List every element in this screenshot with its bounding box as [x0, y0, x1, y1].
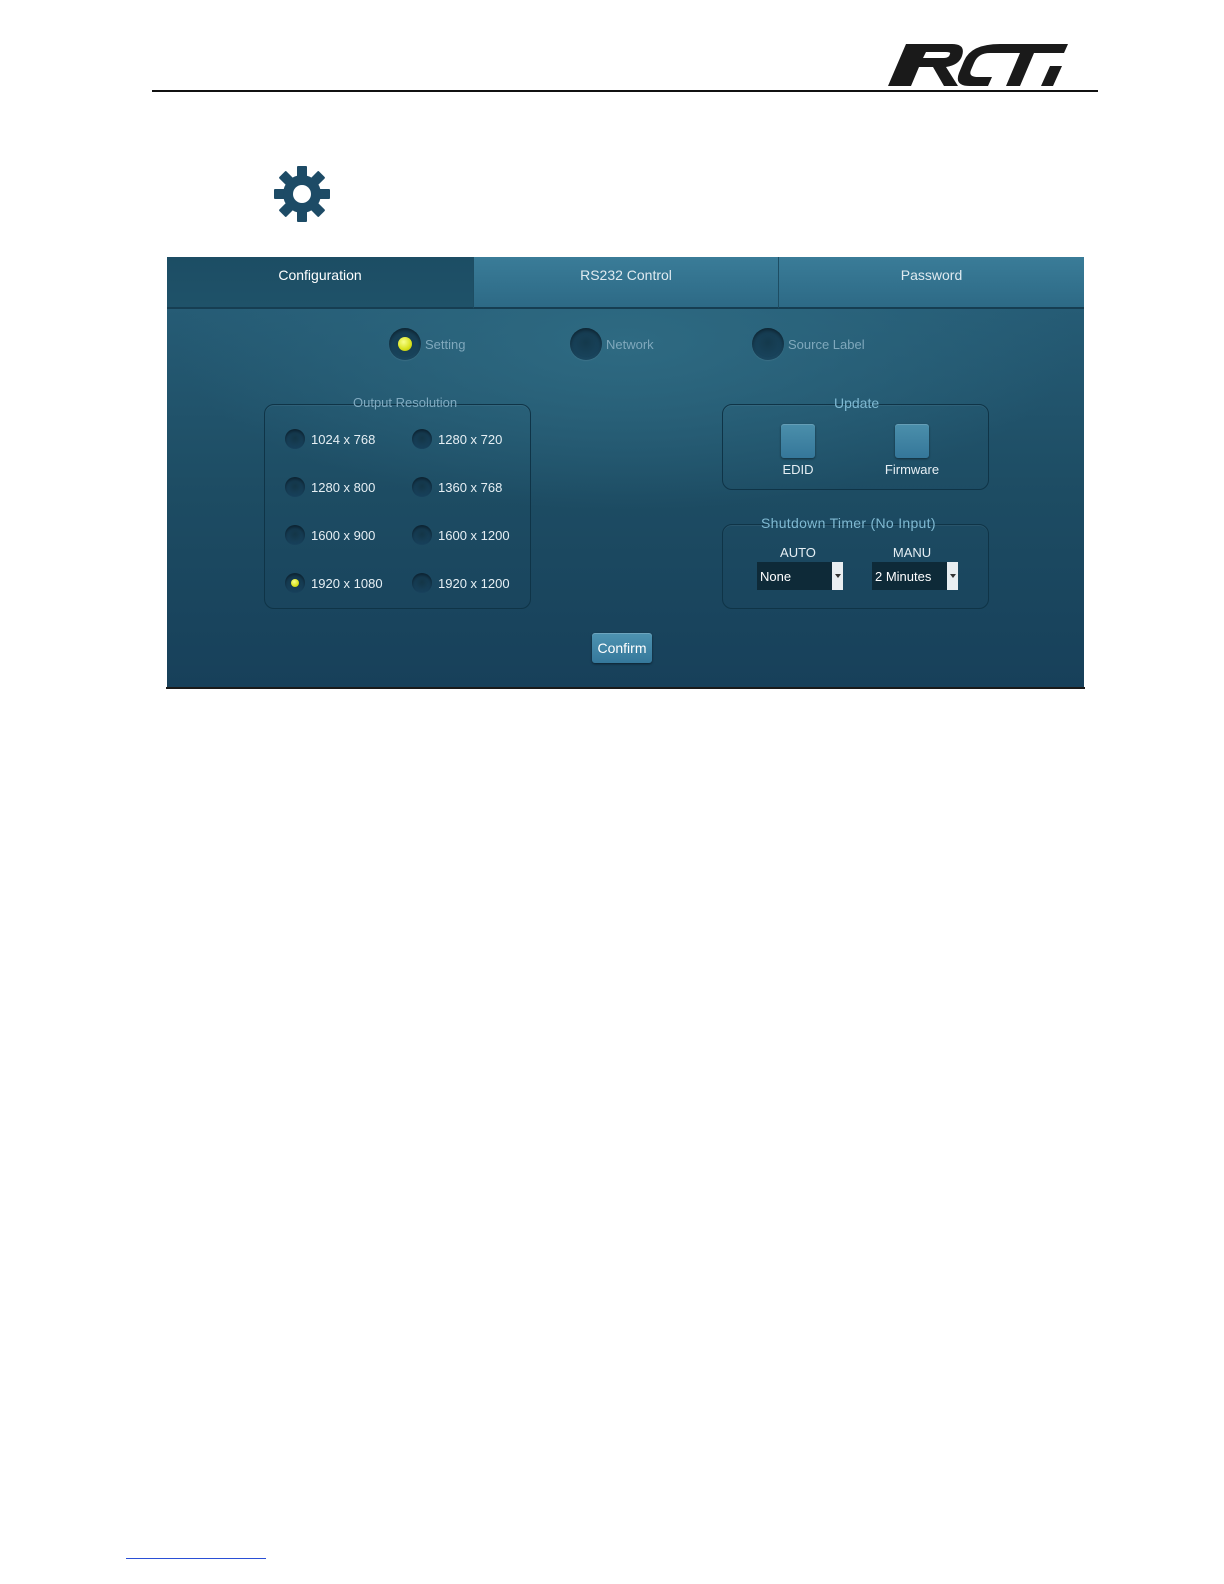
- auto-shutdown-value: None: [760, 568, 792, 584]
- resolution-option-1280x800[interactable]: 1280 x 800: [285, 477, 375, 497]
- edid-update-button[interactable]: [781, 424, 815, 458]
- manu-label: MANU: [892, 545, 932, 560]
- resolution-label: 1600 x 1200: [438, 527, 510, 543]
- resolution-label: 1600 x 900: [311, 527, 376, 543]
- radio-indicator-selected: [285, 573, 305, 593]
- resolution-label: 1360 x 768: [438, 479, 503, 495]
- tab-configuration[interactable]: Configuration: [167, 257, 473, 309]
- update-group: Update EDID Firmware: [722, 395, 989, 490]
- resolution-label: 1920 x 1080: [311, 575, 383, 591]
- resolution-option-1920x1080[interactable]: 1920 x 1080: [285, 573, 383, 593]
- edid-label: EDID: [782, 462, 814, 477]
- resolution-label: 1920 x 1200: [438, 575, 510, 591]
- radio-indicator: [412, 525, 432, 545]
- firmware-label: Firmware: [884, 462, 940, 477]
- chevron-down-icon: [832, 562, 843, 590]
- manu-shutdown-value: 2 Minutes: [875, 568, 932, 584]
- panel-border: [166, 687, 1085, 689]
- output-resolution-group: Output Resolution 1024 x 768 1280 x 720 …: [264, 395, 531, 609]
- resolution-option-1600x900[interactable]: 1600 x 900: [285, 525, 375, 545]
- chevron-down-icon: [947, 562, 958, 590]
- rti-logo: [888, 44, 1068, 86]
- setting-indicator: [389, 328, 421, 360]
- subtab-source-label-label: Source Label: [788, 336, 865, 352]
- auto-label: AUTO: [780, 545, 816, 560]
- subtab-setting-label: Setting: [425, 336, 466, 352]
- radio-indicator: [285, 477, 305, 497]
- tab-password[interactable]: Password: [778, 257, 1084, 309]
- radio-indicator: [412, 477, 432, 497]
- confirm-button[interactable]: Confirm: [592, 633, 652, 663]
- firmware-update-button[interactable]: [895, 424, 929, 458]
- radio-indicator: [412, 573, 432, 593]
- update-title: Update: [834, 395, 880, 411]
- resolution-option-1600x1200[interactable]: 1600 x 1200: [412, 525, 510, 545]
- auto-shutdown-select[interactable]: None: [757, 562, 843, 590]
- output-resolution-title: Output Resolution: [353, 395, 458, 410]
- resolution-option-1360x768[interactable]: 1360 x 768: [412, 477, 502, 497]
- subtab-setting[interactable]: Setting: [389, 327, 465, 361]
- footer-link-underline[interactable]: [126, 1558, 266, 1559]
- manu-shutdown-select[interactable]: 2 Minutes: [872, 562, 958, 590]
- tab-rs232-control[interactable]: RS232 Control: [473, 257, 778, 309]
- radio-indicator: [412, 429, 432, 449]
- resolution-option-1280x720[interactable]: 1280 x 720: [412, 429, 502, 449]
- source-label-indicator: [752, 328, 784, 360]
- resolution-option-1920x1200[interactable]: 1920 x 1200: [412, 573, 510, 593]
- radio-indicator: [285, 429, 305, 449]
- configuration-panel: Configuration RS232 Control Password Set…: [167, 257, 1084, 688]
- resolution-label: 1024 x 768: [311, 431, 376, 447]
- gear-icon: [274, 166, 330, 222]
- shutdown-timer-title: Shutdown Timer (No Input): [761, 515, 936, 531]
- radio-indicator: [285, 525, 305, 545]
- subtab-source-label[interactable]: Source Label: [752, 327, 865, 361]
- subtab-network-label: Network: [606, 336, 654, 352]
- subtab-network[interactable]: Network: [570, 327, 654, 361]
- resolution-option-1024x768[interactable]: 1024 x 768: [285, 429, 375, 449]
- resolution-label: 1280 x 800: [311, 479, 376, 495]
- shutdown-timer-group: Shutdown Timer (No Input) AUTO None MANU…: [722, 515, 989, 609]
- network-indicator: [570, 328, 602, 360]
- tab-bar: Configuration RS232 Control Password: [167, 257, 1084, 309]
- header-rule: [152, 90, 1098, 92]
- resolution-label: 1280 x 720: [438, 431, 503, 447]
